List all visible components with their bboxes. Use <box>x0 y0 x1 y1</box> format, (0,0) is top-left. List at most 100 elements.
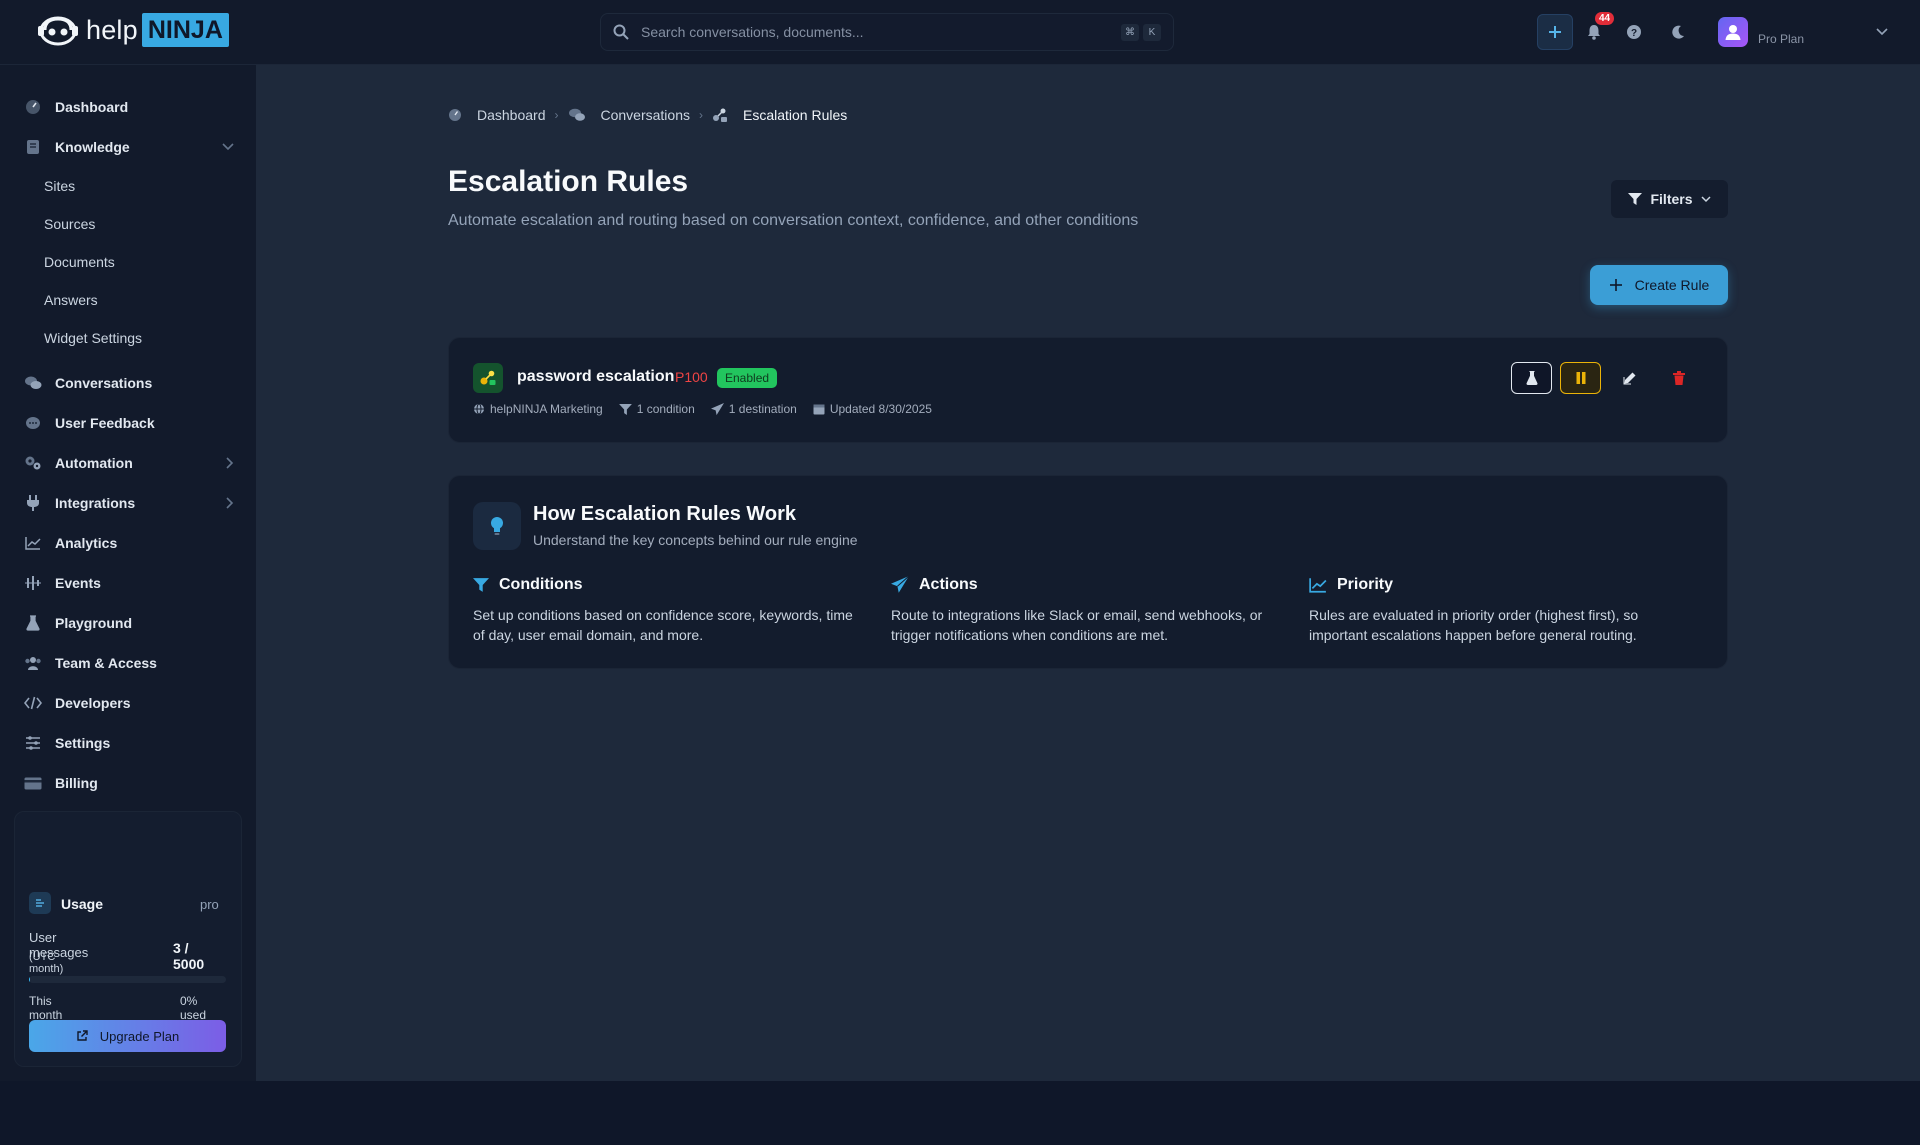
plus-icon <box>1549 26 1561 38</box>
calendar-icon <box>813 404 825 415</box>
sidebar-item-label: Analytics <box>55 535 118 551</box>
rule-name: password escalation <box>517 368 675 385</box>
rule-destinations-label: 1 destination <box>728 402 797 416</box>
rule-updated: Updated 8/30/2025 <box>813 402 932 416</box>
rule-updated-label: Updated 8/30/2025 <box>829 402 932 416</box>
usage-progress-bar <box>29 976 226 983</box>
sidebar-item-settings[interactable]: Settings <box>24 731 234 755</box>
notification-count-badge: 44 <box>1595 12 1615 25</box>
svg-text:?: ? <box>1631 28 1637 39</box>
search-placeholder: Search conversations, documents... <box>641 24 864 40</box>
usage-icon <box>29 892 51 914</box>
filters-label: Filters <box>1650 191 1693 207</box>
rule-card[interactable]: password escalation P100 Enabled helpNIN… <box>448 337 1728 443</box>
pause-rule-button[interactable] <box>1560 362 1601 394</box>
sidebar-subitem-answers[interactable]: Answers <box>44 292 98 308</box>
info-column-text: Route to integrations like Slack or emai… <box>891 607 1263 643</box>
external-link-icon <box>77 1030 88 1041</box>
chevron-down-icon <box>222 143 234 151</box>
filter-icon <box>473 578 489 592</box>
sliders-icon <box>24 734 42 752</box>
breadcrumb: Dashboard › Conversations › Escalation R… <box>448 104 847 126</box>
user-icon <box>1725 25 1741 40</box>
edit-rule-button[interactable] <box>1609 362 1650 394</box>
sidebar-item-dashboard[interactable]: Dashboard <box>24 95 234 119</box>
feedback-icon <box>24 414 42 432</box>
sidebar-item-user-feedback[interactable]: User Feedback <box>24 411 234 435</box>
sidebar-item-billing[interactable]: Billing <box>24 771 234 795</box>
sidebar-subitem-widget-settings[interactable]: Widget Settings <box>44 330 142 346</box>
sidebar-item-developers[interactable]: Developers <box>24 691 234 715</box>
upgrade-plan-button[interactable]: Upgrade Plan <box>29 1020 226 1052</box>
gears-icon <box>24 454 42 472</box>
sidebar-item-integrations[interactable]: Integrations <box>24 491 234 515</box>
chart-line-icon <box>1309 578 1327 593</box>
sidebar-item-conversations[interactable]: Conversations <box>24 371 234 395</box>
plug-icon <box>24 494 42 512</box>
chat-icon <box>24 374 42 392</box>
test-rule-button[interactable] <box>1511 362 1552 394</box>
info-column-title: Conditions <box>499 576 583 593</box>
page-title: Escalation Rules <box>448 165 689 198</box>
usage-percent: 0% used <box>180 994 207 1022</box>
chevron-down-icon <box>1876 28 1888 36</box>
paper-plane-icon <box>891 576 909 593</box>
team-icon <box>24 654 42 672</box>
breadcrumb-separator: › <box>699 108 703 122</box>
top-bar: help NINJA Search conversations, documen… <box>0 0 1920 65</box>
help-button[interactable]: ? <box>1620 14 1648 50</box>
rule-conditions-label: 1 condition <box>636 402 695 416</box>
chevron-down-icon <box>1700 195 1711 202</box>
sidebar-item-label: Knowledge <box>55 139 130 155</box>
shortcut-key: ⌘ <box>1121 23 1139 41</box>
rule-escalation-icon <box>473 363 503 393</box>
sidebar-item-knowledge[interactable]: Knowledge <box>24 135 234 159</box>
sidebar-item-label: Conversations <box>55 375 153 391</box>
how-it-works-card: How Escalation Rules Work Understand the… <box>448 475 1728 669</box>
sidebar-item-label: Automation <box>55 455 133 471</box>
quick-create-button[interactable] <box>1537 14 1573 50</box>
usage-title: Usage <box>61 896 104 912</box>
sidebar-item-events[interactable]: Events <box>24 571 234 595</box>
search-shortcut: ⌘ K <box>1121 23 1161 41</box>
theme-toggle-button[interactable] <box>1664 14 1692 50</box>
rule-priority: P100 <box>675 369 708 385</box>
lightbulb-icon <box>473 502 521 550</box>
avatar <box>1718 17 1748 47</box>
delete-rule-button[interactable] <box>1658 362 1699 394</box>
sidebar-item-playground[interactable]: Playground <box>24 611 234 635</box>
book-icon <box>24 138 42 156</box>
info-column-text: Rules are evaluated in priority order (h… <box>1309 607 1639 643</box>
sidebar-subitem-sites[interactable]: Sites <box>44 178 75 194</box>
moon-icon <box>1672 25 1684 39</box>
filters-button[interactable]: Filters <box>1611 180 1728 218</box>
breadcrumb-dashboard[interactable]: Dashboard <box>477 107 546 123</box>
usage-label-period: (UTC month) <box>29 951 64 975</box>
plan-label: Pro Plan <box>1758 32 1805 46</box>
rule-meta: helpNINJA Marketing 1 condition 1 destin… <box>473 402 948 416</box>
global-search-input[interactable]: Search conversations, documents... ⌘ K <box>600 13 1174 51</box>
breadcrumb-conversations[interactable]: Conversations <box>601 107 691 123</box>
account-menu-button[interactable]: Pro Plan <box>1708 10 1898 54</box>
brand-logo[interactable]: help NINJA <box>36 12 229 48</box>
create-rule-button[interactable]: Create Rule <box>1590 265 1728 305</box>
credit-card-icon <box>24 774 42 792</box>
info-title: How Escalation Rules Work <box>533 503 797 525</box>
info-subtitle: Understand the key concepts behind our r… <box>533 532 858 548</box>
usage-period: This month <box>29 994 63 1022</box>
pause-icon <box>1576 372 1585 384</box>
escalation-icon <box>713 108 727 122</box>
sidebar-item-team-access[interactable]: Team & Access <box>24 651 234 675</box>
sidebar-item-automation[interactable]: Automation <box>24 451 234 475</box>
sidebar-item-label: Settings <box>55 735 111 751</box>
code-icon <box>24 694 42 712</box>
sidebar-item-analytics[interactable]: Analytics <box>24 531 234 555</box>
edit-icon <box>1623 372 1635 385</box>
sidebar-subitem-documents[interactable]: Documents <box>44 254 115 270</box>
sidebar-item-label: Developers <box>55 695 131 711</box>
breadcrumb-current: Escalation Rules <box>743 107 848 123</box>
dashboard-icon <box>24 98 42 116</box>
sidebar-subitem-sources[interactable]: Sources <box>44 216 95 232</box>
events-icon <box>24 574 42 592</box>
info-column-title: Actions <box>919 576 978 593</box>
